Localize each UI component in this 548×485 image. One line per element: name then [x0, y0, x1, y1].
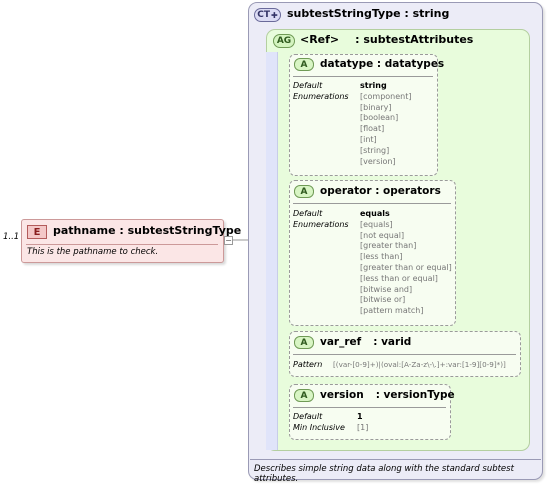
- default-value: 1: [357, 412, 363, 421]
- attribute-separator: [293, 354, 516, 355]
- enum-value: [boolean]: [360, 113, 399, 123]
- attribute-type: : datatypes: [376, 58, 445, 70]
- attribute-separator: [293, 76, 433, 77]
- enum-value: [equals]: [360, 219, 393, 229]
- element-name: pathname: [53, 224, 116, 237]
- default-label: Default: [293, 81, 323, 90]
- element-separator: [26, 244, 218, 245]
- enum-value: [binary]: [360, 102, 392, 112]
- attribute-group-name: : subtestAttributes: [355, 33, 474, 46]
- enum-value: [bitwise or]: [360, 295, 406, 305]
- attribute-group-title: <Ref> : subtestAttributes: [300, 33, 473, 46]
- cardinality-label: 1..1: [3, 232, 20, 242]
- attribute-operator-title: operator : operators: [320, 185, 441, 197]
- attribute-icon: A: [294, 185, 314, 198]
- attribute-group-sidebar: [266, 52, 278, 450]
- enum-value: [greater than]: [360, 241, 417, 251]
- enum-value: [not equal]: [360, 230, 405, 240]
- attribute-type: : varid: [373, 336, 412, 348]
- attribute-operator-values: equals [equals] [not equal] [greater tha…: [360, 209, 452, 317]
- attribute-icon: A: [294, 58, 314, 71]
- pattern-label: Pattern: [293, 360, 323, 369]
- enum-value: [int]: [360, 134, 377, 144]
- attribute-name: var_ref: [320, 336, 362, 348]
- attribute-name: operator: [320, 185, 372, 197]
- enumerations-label: Enumerations: [293, 219, 349, 229]
- attribute-var-ref-title: var_ref : varid: [320, 336, 411, 348]
- collapse-toggle-icon[interactable]: −: [224, 236, 233, 245]
- default-value: string: [360, 81, 387, 90]
- enumerations-label: Enumerations: [293, 91, 349, 101]
- attribute-type: : versionType: [375, 389, 455, 401]
- complex-type-title: subtestStringType : string: [287, 7, 450, 20]
- attribute-operator-labels: Default Enumerations: [293, 209, 349, 231]
- element-title: pathname : subtestStringType: [53, 224, 241, 237]
- attribute-icon: A: [294, 336, 314, 349]
- attribute-datatype-values: string [component] [binary] [boolean] [f…: [360, 81, 412, 167]
- enum-value: [greater than or equal]: [360, 262, 452, 272]
- enum-value: [float]: [360, 124, 385, 134]
- element-documentation: This is the pathname to check.: [27, 247, 159, 257]
- attribute-separator: [293, 203, 451, 204]
- attribute-version-title: version : versionType: [320, 389, 455, 401]
- default-label: Default: [293, 412, 323, 421]
- enum-value: [string]: [360, 145, 390, 155]
- element-icon: E: [27, 225, 47, 239]
- min-inclusive-label: Min Inclusive: [293, 422, 345, 432]
- enum-value: [version]: [360, 156, 396, 166]
- attribute-group-ref: <Ref>: [300, 33, 340, 46]
- attribute-version-values: 1 [1]: [357, 412, 368, 434]
- attribute-var-ref-values: [(var-[0-9]+)|(oval:[A-Za-z\-\.]+:var:[1…: [333, 360, 506, 371]
- attribute-name: version: [320, 389, 364, 401]
- complex-type-separator: [250, 459, 541, 460]
- default-value: equals: [360, 209, 390, 218]
- enum-value: [component]: [360, 91, 412, 101]
- enum-value: [pattern match]: [360, 306, 424, 316]
- attribute-group-icon: AG: [273, 34, 295, 48]
- attribute-name: datatype: [320, 58, 374, 70]
- pattern-value: [(var-[0-9]+)|(oval:[A-Za-z\-\.]+:var:[1…: [333, 360, 506, 369]
- attribute-icon: A: [294, 389, 314, 402]
- enum-value: [less than or equal]: [360, 273, 438, 283]
- min-inclusive-value: [1]: [357, 422, 369, 432]
- complex-type-documentation: Describes simple string data along with …: [254, 464, 514, 484]
- enum-value: [bitwise and]: [360, 284, 413, 294]
- attribute-separator: [293, 407, 446, 408]
- attribute-datatype-title: datatype : datatypes: [320, 58, 444, 70]
- attribute-type: : operators: [375, 185, 441, 197]
- enum-value: [less than]: [360, 252, 403, 262]
- attribute-var-ref-labels: Pattern: [293, 360, 322, 371]
- attribute-datatype-labels: Default Enumerations: [293, 81, 349, 103]
- default-label: Default: [293, 209, 323, 218]
- attribute-version-labels: Default Min Inclusive: [293, 412, 345, 434]
- element-type: : subtestStringType: [119, 224, 242, 237]
- complex-type-icon: CT ✚: [254, 8, 281, 22]
